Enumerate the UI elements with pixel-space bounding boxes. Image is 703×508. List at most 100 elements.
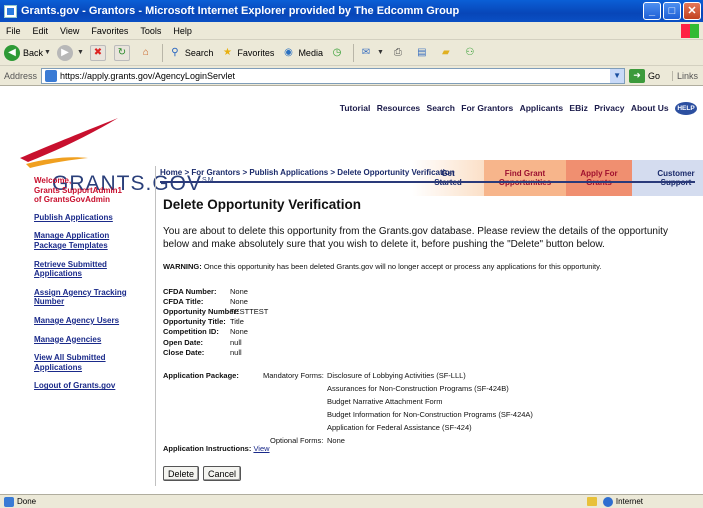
title-bar[interactable]: Grants.gov - Grantors - Microsoft Intern… bbox=[0, 0, 703, 22]
status-bar: Done Internet bbox=[0, 494, 703, 508]
nav-view-all-submitted-applications[interactable]: View All Submitted Applications bbox=[34, 353, 152, 372]
stop-icon: ✖ bbox=[89, 44, 106, 61]
lock-icon[interactable] bbox=[586, 497, 597, 506]
minimize-button[interactable]: _ bbox=[643, 2, 661, 20]
forward-button[interactable]: ▶ ▼ bbox=[56, 44, 84, 61]
cancel-button[interactable]: Cancel bbox=[203, 466, 242, 481]
printer-icon: ⎙ bbox=[393, 47, 402, 58]
address-input[interactable]: https://apply.grants.gov/AgencyLoginServ… bbox=[41, 67, 626, 84]
menu-favorites[interactable]: Favorites bbox=[85, 26, 134, 36]
detail-row: Opportunity Number: TESTTEST bbox=[163, 306, 269, 316]
search-button[interactable]: ⚲ Search bbox=[167, 45, 213, 61]
search-icon: ⚲ bbox=[171, 47, 179, 58]
form-item: Budget Information for Non-Construction … bbox=[327, 410, 533, 419]
back-arrow-icon: ◀ bbox=[4, 44, 20, 61]
form-item: Disclosure of Lobbying Activities (SF-LL… bbox=[327, 371, 466, 380]
menu-file[interactable]: File bbox=[0, 26, 27, 36]
detail-row: CFDA Title: None bbox=[163, 296, 248, 306]
detail-row: Open Date: null bbox=[163, 337, 242, 347]
window-title: Grants.gov - Grantors - Microsoft Intern… bbox=[21, 5, 460, 17]
nav-publish-applications[interactable]: Publish Applications bbox=[34, 213, 152, 223]
intro-text: You are about to delete this opportunity… bbox=[163, 226, 668, 250]
maximize-button[interactable]: □ bbox=[663, 2, 681, 20]
stop-button[interactable]: ✖ bbox=[89, 44, 108, 61]
refresh-button[interactable]: ↻ bbox=[113, 44, 132, 61]
print-button[interactable]: ⎙ bbox=[390, 45, 408, 61]
messenger-button[interactable]: ⚇ bbox=[462, 45, 480, 61]
welcome-message: Welcome, Grants SupportAdmin1 of GrantsG… bbox=[34, 176, 123, 205]
favorites-button[interactable]: ★ Favorites bbox=[219, 45, 275, 61]
refresh-icon: ↻ bbox=[113, 44, 130, 61]
forward-arrow-icon: ▶ bbox=[56, 44, 73, 61]
nav-assign-agency-tracking-number[interactable]: Assign Agency Tracking Number bbox=[34, 288, 152, 307]
history-button[interactable]: ◷ bbox=[329, 45, 347, 61]
back-button[interactable]: ◀ Back ▼ bbox=[4, 44, 51, 61]
browser-window: Grants.gov - Grantors - Microsoft Intern… bbox=[0, 0, 703, 508]
action-buttons: Delete Cancel bbox=[163, 466, 245, 481]
detail-row: CFDA Number: None bbox=[163, 286, 248, 296]
go-arrow-icon: ➜ bbox=[629, 68, 646, 83]
topnav-for-grantors[interactable]: For Grantors bbox=[461, 103, 513, 113]
mail-icon: ✉ bbox=[361, 47, 371, 58]
topnav-resources[interactable]: Resources bbox=[377, 103, 420, 113]
breadcrumb[interactable]: Home > For Grantors > Publish Applicatio… bbox=[160, 168, 695, 183]
chevron-down-icon[interactable]: ▼ bbox=[77, 49, 84, 56]
nav-retrieve-submitted-applications[interactable]: Retrieve Submitted Applications bbox=[34, 260, 152, 279]
nav-manage-agencies[interactable]: Manage Agencies bbox=[34, 335, 152, 345]
detail-row: Opportunity Title: Title bbox=[163, 317, 244, 327]
form-item: Assurances for Non-Construction Programs… bbox=[327, 384, 509, 393]
folder-button[interactable]: ▰ bbox=[438, 45, 456, 61]
topnav-tutorial[interactable]: Tutorial bbox=[340, 103, 371, 113]
links-button[interactable]: Links bbox=[672, 70, 698, 81]
topnav-ebiz[interactable]: EBiz bbox=[569, 103, 587, 113]
chevron-down-icon[interactable]: ▼ bbox=[610, 68, 625, 83]
instructions-view-link[interactable]: View bbox=[253, 444, 269, 453]
page-done-icon bbox=[4, 496, 14, 507]
chevron-down-icon[interactable]: ▼ bbox=[44, 49, 51, 56]
mail-button[interactable]: ✉ ▼ bbox=[358, 45, 384, 61]
form-item: Application for Federal Assistance (SF-4… bbox=[327, 423, 472, 432]
nav-logout[interactable]: Logout of Grants.gov bbox=[34, 381, 152, 391]
address-url[interactable]: https://apply.grants.gov/AgencyLoginServ… bbox=[60, 71, 610, 81]
menu-help[interactable]: Help bbox=[167, 26, 198, 36]
folder-icon: ▰ bbox=[442, 47, 450, 58]
form-item: Budget Narrative Attachment Form bbox=[327, 397, 443, 406]
toolbar-separator bbox=[161, 43, 163, 62]
left-nav: Welcome, Grants SupportAdmin1 of GrantsG… bbox=[34, 176, 152, 400]
media-button[interactable]: ◉ Media bbox=[280, 45, 323, 61]
home-button[interactable]: ⌂ bbox=[138, 45, 156, 61]
ie-icon bbox=[4, 4, 17, 18]
mandatory-forms-label: Mandatory Forms: bbox=[263, 371, 324, 380]
security-zone: Internet bbox=[615, 497, 643, 506]
toolbar-separator bbox=[352, 43, 354, 62]
nav-manage-application-package-templates[interactable]: Manage Application Package Templates bbox=[34, 231, 152, 250]
toolbar: ◀ Back ▼ ▶ ▼ ✖ ↻ ⌂ ⚲ Search ★ Favorites … bbox=[0, 40, 703, 66]
topnav-about-us[interactable]: About Us bbox=[631, 103, 669, 113]
topnav-applicants[interactable]: Applicants bbox=[520, 103, 563, 113]
nav-manage-agency-users[interactable]: Manage Agency Users bbox=[34, 316, 152, 326]
topnav-search[interactable]: Search bbox=[427, 103, 455, 113]
edit-button[interactable]: ▤ bbox=[414, 45, 432, 61]
star-icon: ★ bbox=[222, 47, 232, 58]
home-icon: ⌂ bbox=[142, 47, 149, 58]
grants-logo-swoosh-icon bbox=[20, 118, 118, 168]
page-icon bbox=[45, 69, 58, 82]
optional-forms-value: None bbox=[327, 436, 345, 445]
internet-zone-icon bbox=[602, 496, 613, 507]
help-button[interactable]: HELP bbox=[675, 102, 697, 115]
menu-edit[interactable]: Edit bbox=[27, 26, 55, 36]
chevron-down-icon[interactable]: ▼ bbox=[377, 49, 384, 56]
topnav-privacy[interactable]: Privacy bbox=[594, 103, 624, 113]
media-icon: ◉ bbox=[284, 47, 293, 58]
menu-tools[interactable]: Tools bbox=[134, 26, 167, 36]
optional-forms-label: Optional Forms: bbox=[270, 436, 324, 445]
warning-text: WARNING: Once this opportunity has been … bbox=[163, 262, 602, 271]
delete-button[interactable]: Delete bbox=[163, 466, 200, 481]
page-title: Delete Opportunity Verification bbox=[163, 197, 362, 212]
menu-bar: File Edit View Favorites Tools Help bbox=[0, 22, 703, 40]
close-button[interactable]: ✕ bbox=[683, 2, 701, 20]
windows-logo-icon bbox=[681, 23, 699, 38]
top-nav: Tutorial Resources Search For Grantors A… bbox=[336, 102, 697, 115]
go-button[interactable]: ➜ Go bbox=[629, 68, 660, 83]
menu-view[interactable]: View bbox=[54, 26, 85, 36]
